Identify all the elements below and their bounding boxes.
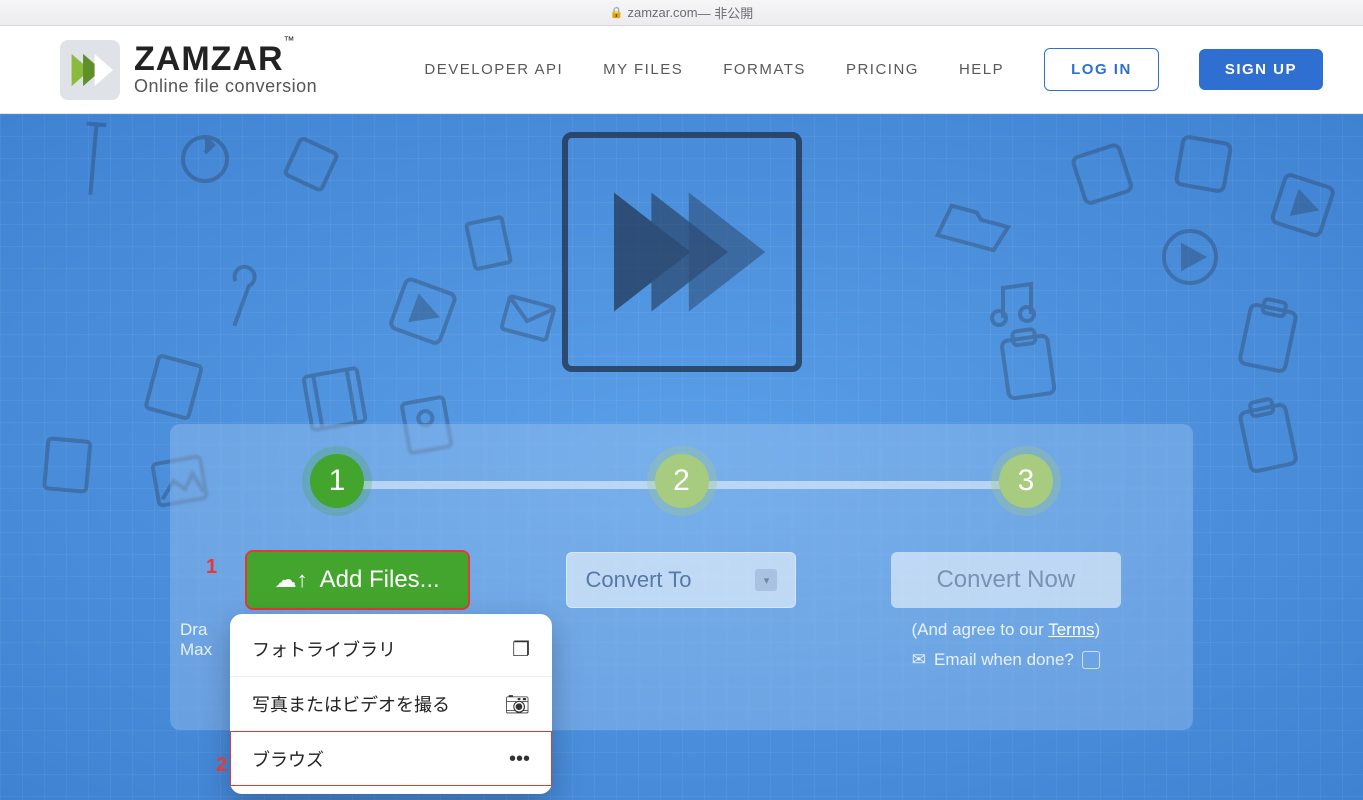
mov-icon — [37, 432, 97, 503]
music-square-icon — [1064, 136, 1141, 216]
popup-take-photo-video[interactable]: 写真またはビデオを撮る 📷︎ — [230, 676, 552, 731]
browser-address-bar: 🔒 zamzar.com — 非公開 — [0, 0, 1363, 26]
mp3-icon — [137, 348, 209, 431]
note-icon — [269, 124, 351, 208]
convert-to-label: Convert To — [585, 567, 691, 593]
more-icon: ••• — [509, 748, 530, 771]
popup-browse[interactable]: ブラウズ ••• — [230, 731, 552, 786]
clipboard2-icon — [1225, 288, 1312, 388]
convert-to-select[interactable]: Convert To ▾ — [566, 552, 796, 608]
add-files-label: Add Files... — [320, 566, 440, 594]
logo[interactable]: ZAMZAR™ Online file conversion — [60, 40, 317, 100]
step-3: 3 — [999, 454, 1053, 508]
play-square-icon — [380, 270, 464, 357]
upload-icon: ☁︎↑ — [275, 567, 308, 593]
video-square-icon — [1262, 166, 1342, 249]
clipboard3-icon — [1225, 388, 1312, 488]
popup-photo-library[interactable]: フォトライブラリ ❐ — [230, 622, 552, 676]
play-circle-icon — [1157, 224, 1223, 295]
hint-drag: Dra — [180, 620, 207, 639]
steps: 1 2 3 — [210, 454, 1153, 508]
camera-icon: 📷︎ — [505, 692, 530, 717]
step-1: 1 — [310, 454, 364, 508]
add-files-button[interactable]: ☁︎↑ Add Files... — [247, 552, 468, 608]
wrench-icon — [197, 253, 292, 351]
email-when-done-checkbox[interactable] — [1082, 651, 1100, 669]
agree-suffix: ) — [1094, 620, 1100, 639]
hero-logo-icon — [562, 132, 802, 372]
email-when-done-label: Email when done? — [934, 650, 1074, 670]
login-button[interactable]: LOG IN — [1044, 48, 1159, 91]
envelope-small-icon: ✉ — [912, 650, 926, 670]
clipboard-icon — [987, 320, 1068, 414]
logo-icon — [60, 40, 120, 100]
lock-icon: 🔒 — [610, 6, 624, 19]
refresh-icon — [170, 124, 240, 199]
address-domain: zamzar.com — [628, 5, 698, 20]
nav-formats[interactable]: FORMATS — [723, 61, 806, 78]
folder-open-icon — [926, 185, 1020, 268]
stack-icon: ❐ — [512, 637, 530, 662]
annotation-marker-1: 1 — [206, 556, 217, 579]
brand-name: ZAMZAR™ — [134, 42, 317, 76]
brand-tagline: Online file conversion — [134, 76, 317, 97]
step-2: 2 — [655, 454, 709, 508]
envelope-icon — [497, 293, 557, 349]
nav-developer-api[interactable]: DEVELOPER API — [424, 61, 563, 78]
nav-help[interactable]: HELP — [959, 61, 1004, 78]
popup-photo-library-label: フォトライブラリ — [252, 636, 396, 662]
nav-pricing[interactable]: PRICING — [846, 61, 919, 78]
address-suffix: — 非公開 — [698, 3, 754, 22]
hint-max: Max — [180, 640, 212, 659]
agree-prefix: (And agree to our — [911, 620, 1048, 639]
main-nav: ZAMZAR™ Online file conversion DEVELOPER… — [0, 26, 1363, 114]
pencil-icon — [44, 114, 146, 213]
popup-take-photo-video-label: 写真またはビデオを撮る — [252, 691, 450, 717]
annotation-marker-2: 2 — [216, 754, 227, 777]
convert-now-button[interactable]: Convert Now — [891, 552, 1121, 608]
terms-link[interactable]: Terms — [1048, 620, 1094, 639]
hero: 1 2 3 ☁︎↑ Add Files... Dra Max Convert T… — [0, 114, 1363, 800]
nav-my-files[interactable]: MY FILES — [603, 61, 683, 78]
image-square-icon — [1168, 129, 1238, 203]
signup-button[interactable]: SIGN UP — [1199, 49, 1323, 90]
file-source-popup: フォトライブラリ ❐ 写真またはビデオを撮る 📷︎ ブラウズ ••• — [230, 614, 552, 794]
popup-browse-label: ブラウズ — [252, 746, 324, 772]
paper-icon — [459, 210, 519, 282]
chevron-down-icon: ▾ — [755, 569, 777, 591]
